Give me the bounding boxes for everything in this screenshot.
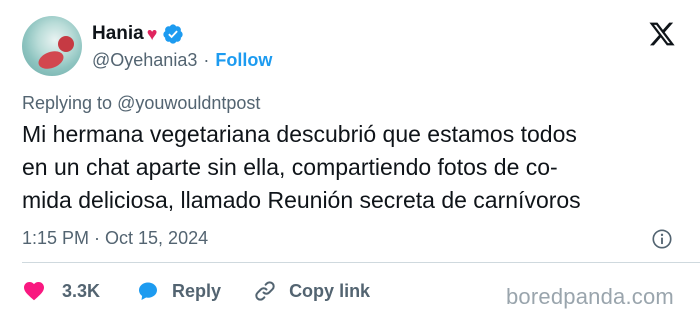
- reply-label: Reply: [172, 280, 222, 301]
- replying-to-line: Replying to @youwouldntpost: [22, 93, 260, 114]
- avatar-detail: [58, 36, 74, 52]
- heart-icon: [24, 282, 44, 301]
- tweet-text: Mi hermana vegetariana descubrió que est…: [22, 118, 687, 217]
- timestamp-row: 1:15 PM · Oct 15, 2024: [22, 228, 208, 249]
- tweet-text-line: Mi hermana vegetariana descubrió que est…: [22, 121, 577, 147]
- reply-button[interactable]: Reply: [136, 279, 221, 303]
- replying-to-handle[interactable]: @youwouldntpost: [117, 93, 260, 113]
- divider: [22, 262, 700, 263]
- avatar-detail: [36, 48, 66, 72]
- info-icon[interactable]: [651, 228, 673, 250]
- author-handle-row: @Oyehania3 · Follow: [92, 48, 272, 72]
- link-icon: [255, 281, 275, 301]
- replying-to-label: Replying to: [22, 93, 113, 113]
- tweet-text-line: mida deliciosa, llamado Reunión secreta …: [22, 187, 581, 213]
- like-button[interactable]: 3.3K: [22, 279, 100, 303]
- separator-dot: ·: [203, 49, 210, 70]
- verified-badge-icon: [163, 24, 184, 44]
- reply-bubble-icon: [139, 282, 158, 300]
- avatar[interactable]: [22, 16, 82, 76]
- copy-link-label: Copy link: [289, 280, 371, 301]
- author-handle[interactable]: @Oyehania3: [92, 50, 197, 71]
- display-name[interactable]: Hania: [92, 23, 144, 45]
- like-count: 3.3K: [62, 280, 101, 301]
- tweet-text-line: en un chat aparte sin ella, compartiendo…: [22, 154, 558, 180]
- x-logo-icon[interactable]: [648, 20, 676, 48]
- timestamp[interactable]: 1:15 PM · Oct 15, 2024: [22, 228, 208, 249]
- follow-button[interactable]: Follow: [215, 50, 272, 71]
- watermark: boredpanda.com: [506, 284, 674, 309]
- action-bar: 3.3K Reply Copy link: [22, 278, 370, 304]
- heart-emoji-icon: ♥: [146, 24, 158, 44]
- copy-link-button[interactable]: Copy link: [253, 279, 370, 303]
- author-name-row: Hania ♥: [92, 22, 184, 46]
